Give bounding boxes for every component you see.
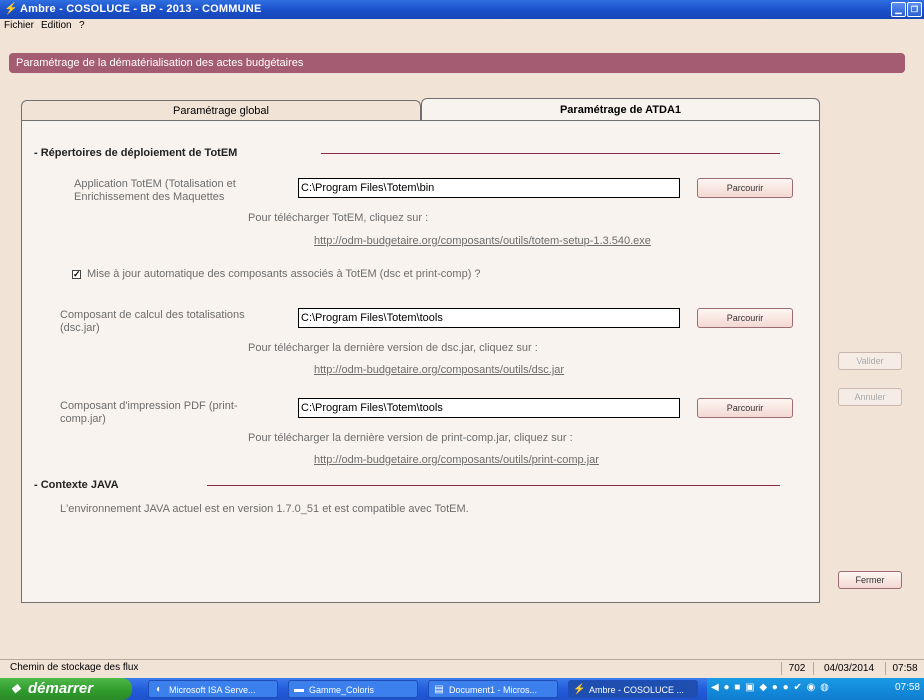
status-count: 702 (781, 662, 812, 675)
status-bar: Chemin de stockage des flux 702 04/03/20… (0, 659, 924, 678)
totem-app-path-input[interactable]: C:\Program Files\Totem\bin (298, 178, 680, 198)
fermer-button[interactable]: Fermer (838, 571, 902, 589)
dsc-download-text: Pour télécharger la dernière version de … (248, 342, 538, 354)
browser-icon: ◐ (155, 684, 163, 695)
dsc-label: Composant de calcul des totalisations (d… (60, 309, 245, 334)
browse-dsc-button[interactable]: Parcourir (697, 308, 793, 328)
document-icon: ▤ (434, 684, 444, 695)
folder-icon: ▬ (294, 684, 304, 695)
taskbar-item-isa-server[interactable]: ◐ Microsoft ISA Serve... (148, 680, 278, 698)
minimize-button[interactable]: ▁ (891, 2, 906, 17)
auto-update-checkbox[interactable]: ✓ (72, 270, 81, 279)
status-time: 07:58 (885, 662, 924, 675)
auto-update-label: Mise à jour automatique des composants a… (87, 268, 481, 280)
browse-print-comp-button[interactable]: Parcourir (697, 398, 793, 418)
print-comp-label: Composant d'impression PDF (print-comp.j… (60, 400, 238, 425)
status-message: Chemin de stockage des flux (10, 662, 139, 673)
totem-download-text: Pour télécharger TotEM, cliquez sur : (248, 212, 429, 224)
menu-fichier[interactable]: Fichier (4, 20, 34, 31)
section-java-divider (207, 485, 780, 486)
window-title-bar: ⚡ Ambre - COSOLUCE - BP - 2013 - COMMUNE… (0, 0, 924, 19)
totem-app-label: Application TotEM (Totalisation et Enric… (74, 178, 236, 203)
dsc-path-input[interactable]: C:\Program Files\Totem\tools (298, 308, 680, 328)
menu-bar: Fichier Edition ? (0, 19, 924, 34)
section-totem-title: - Répertoires de déploiement de TotEM (34, 147, 238, 159)
annuler-button[interactable]: Annuler (838, 388, 902, 406)
taskbar-item-document1[interactable]: ▤ Document1 - Micros... (428, 680, 558, 698)
print-comp-path-input[interactable]: C:\Program Files\Totem\tools (298, 398, 680, 418)
start-button[interactable]: ❖ démarrer (0, 678, 132, 700)
java-status-text: L'environnement JAVA actuel est en versi… (60, 503, 469, 515)
totem-download-link[interactable]: http://odm-budgetaire.org/composants/out… (314, 235, 651, 247)
tray-clock: 07:58 (894, 682, 920, 693)
taskbar: ❖ démarrer ◐ Microsoft ISA Serve... ▬ Ga… (0, 678, 924, 700)
section-totem-divider (321, 153, 780, 154)
window-title: Ambre - COSOLUCE - BP - 2013 - COMMUNE (20, 3, 262, 15)
menu-help[interactable]: ? (79, 20, 85, 31)
menu-edition[interactable]: Edition (41, 20, 72, 31)
page-header: Paramétrage de la dématérialisation des … (9, 53, 905, 73)
page-title: Paramétrage de la dématérialisation des … (16, 57, 304, 69)
print-comp-download-text: Pour télécharger la dernière version de … (248, 432, 573, 444)
system-tray: ◀ ● ■ ▣ ◆ ● ● ✔ ◉ ◍ 07:58 (707, 678, 924, 700)
app-icon: ⚡ (4, 3, 18, 15)
tray-icons[interactable]: ◀ ● ■ ▣ ◆ ● ● ✔ ◉ ◍ (711, 682, 830, 693)
section-java-title: - Contexte JAVA (34, 479, 119, 491)
status-date: 04/03/2014 (813, 662, 884, 675)
print-comp-download-link[interactable]: http://odm-budgetaire.org/composants/out… (314, 454, 599, 466)
app-icon: ⚡ (573, 684, 586, 695)
tab-parametrage-atda1[interactable]: Paramétrage de ATDA1 (421, 98, 820, 121)
taskbar-item-gamme-coloris[interactable]: ▬ Gamme_Coloris (288, 680, 418, 698)
valider-button[interactable]: Valider (838, 352, 902, 370)
tab-parametrage-global[interactable]: Paramétrage global (21, 100, 421, 121)
windows-flag-icon: ❖ (10, 682, 21, 696)
taskbar-item-ambre[interactable]: ⚡ Ambre - COSOLUCE ... (568, 680, 698, 698)
browse-totem-app-button[interactable]: Parcourir (697, 178, 793, 198)
restore-button[interactable]: ❐ (907, 2, 922, 17)
dsc-download-link[interactable]: http://odm-budgetaire.org/composants/out… (314, 364, 564, 376)
